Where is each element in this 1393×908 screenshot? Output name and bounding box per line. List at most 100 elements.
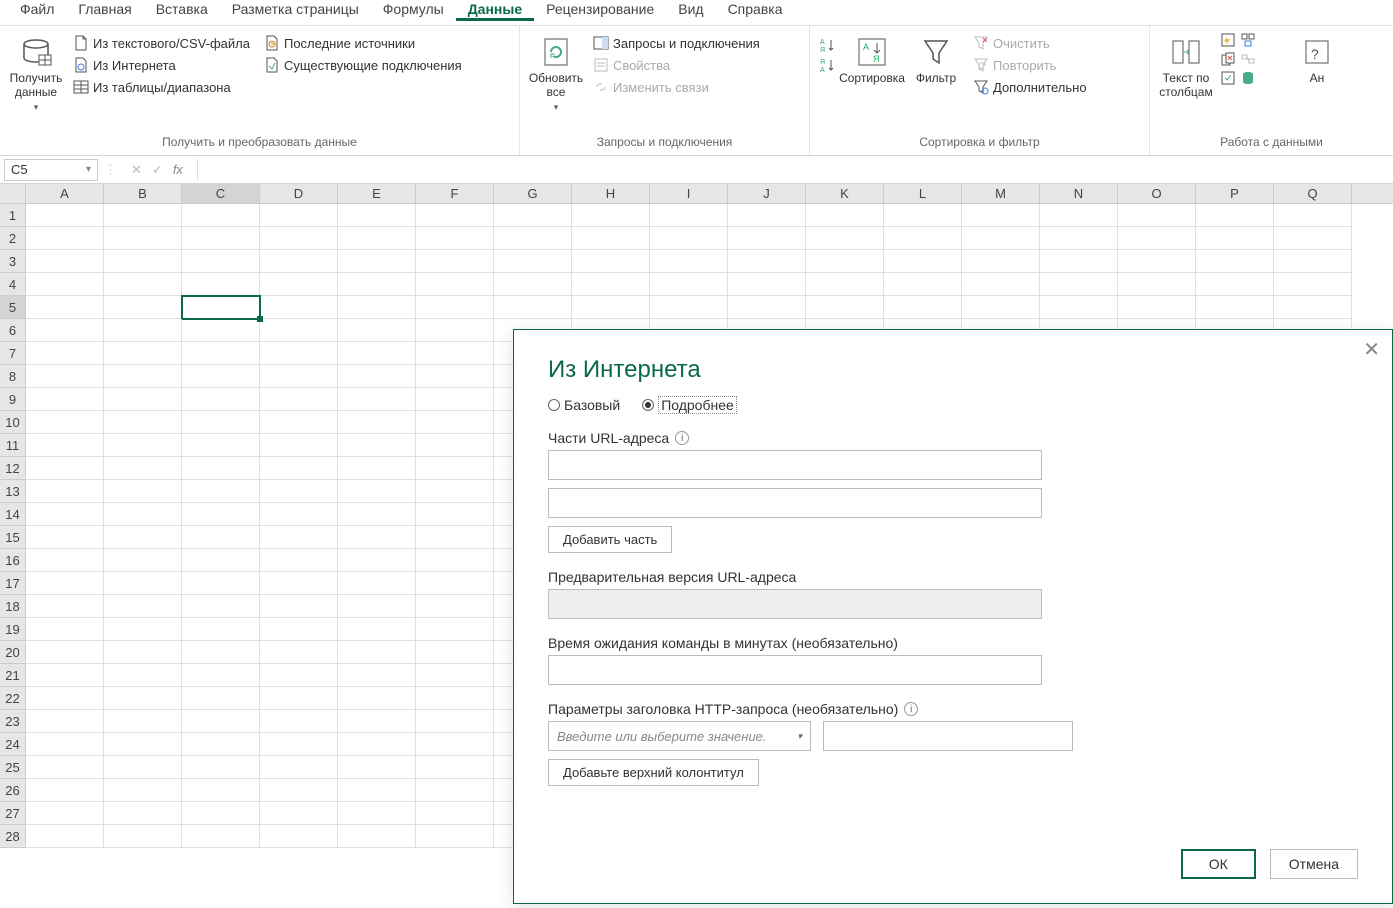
cell[interactable] <box>416 227 494 250</box>
cell[interactable] <box>416 342 494 365</box>
column-header[interactable]: A <box>26 184 104 203</box>
column-header[interactable]: D <box>260 184 338 203</box>
cell[interactable] <box>260 296 338 319</box>
cell[interactable] <box>26 296 104 319</box>
cell[interactable] <box>728 296 806 319</box>
cell[interactable] <box>26 503 104 526</box>
cell[interactable] <box>338 710 416 733</box>
cell[interactable] <box>182 411 260 434</box>
cancel-button[interactable]: Отмена <box>1270 849 1358 879</box>
cell[interactable] <box>728 204 806 227</box>
cell[interactable] <box>104 687 182 710</box>
row-header[interactable]: 9 <box>0 388 25 411</box>
cell[interactable] <box>962 296 1040 319</box>
cell[interactable] <box>260 526 338 549</box>
cell[interactable] <box>182 503 260 526</box>
cell[interactable] <box>1274 227 1352 250</box>
row-header[interactable]: 27 <box>0 802 25 825</box>
cell[interactable] <box>182 296 260 319</box>
advanced-filter-button[interactable]: Дополнительно <box>970 76 1090 98</box>
column-header[interactable]: F <box>416 184 494 203</box>
cell[interactable] <box>338 204 416 227</box>
cell[interactable] <box>806 227 884 250</box>
ok-button[interactable]: ОК <box>1181 849 1256 879</box>
cell[interactable] <box>572 296 650 319</box>
row-header[interactable]: 7 <box>0 342 25 365</box>
cell[interactable] <box>182 641 260 664</box>
cell[interactable] <box>182 457 260 480</box>
cell[interactable] <box>338 296 416 319</box>
sort-button[interactable]: АЯ Сортировка <box>842 32 902 88</box>
cell[interactable] <box>26 388 104 411</box>
cell[interactable] <box>182 549 260 572</box>
cell[interactable] <box>26 434 104 457</box>
cell[interactable] <box>572 250 650 273</box>
cell[interactable] <box>494 227 572 250</box>
name-box[interactable]: C5 ▾ <box>4 159 98 181</box>
cell[interactable] <box>104 296 182 319</box>
row-header[interactable]: 18 <box>0 595 25 618</box>
cell[interactable] <box>416 825 494 848</box>
cell[interactable] <box>1196 296 1274 319</box>
cell[interactable] <box>26 687 104 710</box>
cell[interactable] <box>104 319 182 342</box>
cell[interactable] <box>884 273 962 296</box>
tab-data[interactable]: Данные <box>456 0 534 21</box>
cell[interactable] <box>182 779 260 802</box>
column-header[interactable]: O <box>1118 184 1196 203</box>
cell[interactable] <box>104 411 182 434</box>
sort-az-button[interactable]: АЯ <box>816 36 838 54</box>
cell[interactable] <box>416 204 494 227</box>
cell[interactable] <box>104 250 182 273</box>
header-name-select[interactable]: Введите или выберите значение. ▾ <box>548 721 811 751</box>
row-header[interactable]: 26 <box>0 779 25 802</box>
cell[interactable] <box>416 526 494 549</box>
relationships-icon[interactable] <box>1240 51 1256 67</box>
cell[interactable] <box>182 595 260 618</box>
cell[interactable] <box>26 825 104 848</box>
cell[interactable] <box>104 664 182 687</box>
cell[interactable] <box>182 733 260 756</box>
cell[interactable] <box>26 779 104 802</box>
cell[interactable] <box>26 250 104 273</box>
url-part-2-input[interactable] <box>548 488 1042 518</box>
cell[interactable] <box>416 618 494 641</box>
cell[interactable] <box>962 204 1040 227</box>
cell[interactable] <box>494 296 572 319</box>
cell[interactable] <box>260 664 338 687</box>
cell[interactable] <box>26 756 104 779</box>
from-web-button[interactable]: Из Интернета <box>70 54 253 76</box>
cell[interactable] <box>338 388 416 411</box>
cell[interactable] <box>182 572 260 595</box>
row-header[interactable]: 28 <box>0 825 25 848</box>
cell[interactable] <box>182 526 260 549</box>
cell[interactable] <box>26 664 104 687</box>
row-header[interactable]: 2 <box>0 227 25 250</box>
cell[interactable] <box>650 204 728 227</box>
cell[interactable] <box>182 365 260 388</box>
row-header[interactable]: 16 <box>0 549 25 572</box>
cell[interactable] <box>1040 250 1118 273</box>
row-header[interactable]: 11 <box>0 434 25 457</box>
cell[interactable] <box>416 365 494 388</box>
cell[interactable] <box>338 319 416 342</box>
analysis-button[interactable]: ? Ан <box>1302 32 1332 88</box>
cell[interactable] <box>416 273 494 296</box>
cell[interactable] <box>338 434 416 457</box>
cell[interactable] <box>104 595 182 618</box>
row-header[interactable]: 19 <box>0 618 25 641</box>
row-header[interactable]: 6 <box>0 319 25 342</box>
cell[interactable] <box>572 204 650 227</box>
cell[interactable] <box>806 273 884 296</box>
queries-connections-button[interactable]: Запросы и подключения <box>590 32 763 54</box>
cell[interactable] <box>260 411 338 434</box>
cell[interactable] <box>26 572 104 595</box>
cell[interactable] <box>104 480 182 503</box>
cell[interactable] <box>182 388 260 411</box>
cell[interactable] <box>416 641 494 664</box>
cell[interactable] <box>338 273 416 296</box>
cell[interactable] <box>572 273 650 296</box>
cell[interactable] <box>260 388 338 411</box>
recent-sources-button[interactable]: Последние источники <box>261 32 465 54</box>
cell[interactable] <box>416 779 494 802</box>
